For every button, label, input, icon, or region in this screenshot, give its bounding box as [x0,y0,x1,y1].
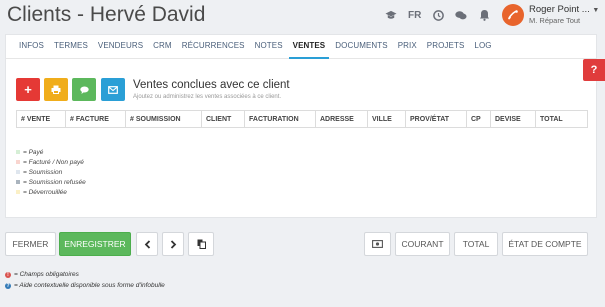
main-card: INFOS TERMES VENDEURS CRM RÉCURRENCES NO… [5,34,597,218]
legend-item: = Déverrouillée [16,187,86,197]
language-selector[interactable]: FR [408,10,421,21]
legend-item: = Soumission refusée [16,177,86,187]
column-header-facture[interactable]: # FACTURE [66,111,126,127]
next-button[interactable] [162,232,184,256]
graduation-cap-icon[interactable] [385,9,397,21]
clock-icon[interactable] [432,9,444,21]
legend-item: = Facturé / Non payé [16,157,86,167]
comment-button[interactable] [72,78,96,101]
tab-ventes[interactable]: VENTES [288,35,330,59]
status-legend: = Payé = Facturé / Non payé = Soumission… [16,147,86,197]
email-button[interactable] [101,78,125,101]
page-title: Clients - Hervé David [7,3,206,26]
print-button[interactable] [44,78,68,101]
exclamation-icon: ! [5,271,11,278]
user-company: M. Répare Tout [529,16,581,25]
total-button[interactable]: TOTAL [454,232,498,256]
copy-icon [197,239,206,249]
legend-swatch [16,160,20,164]
caret-down-icon: ▼ [592,7,600,14]
user-name: Roger Point ... [529,4,590,15]
tab-log[interactable]: LOG [470,35,495,59]
bell-icon[interactable] [478,9,490,21]
question-icon: ? [5,282,11,289]
money-icon [372,240,383,248]
tab-projets[interactable]: PROJETS [423,35,469,59]
user-menu[interactable]: Roger Point ... ▼ [529,4,599,15]
legend-swatch [16,150,20,154]
column-header-client[interactable]: CLIENT [202,111,245,127]
column-header-cp[interactable]: CP [467,111,491,127]
tab-prix[interactable]: PRIX [394,35,421,59]
tab-vendeurs[interactable]: VENDEURS [94,35,147,59]
legend-item: = Payé [16,147,86,157]
cash-button[interactable] [364,232,391,256]
avatar[interactable] [502,4,524,26]
tab-infos[interactable]: INFOS [15,35,48,59]
print-icon [51,85,61,94]
add-sale-button[interactable]: + [16,78,40,101]
tab-crm[interactable]: CRM [149,35,176,59]
tab-documents[interactable]: DOCUMENTS [331,35,391,59]
legend-swatch [16,170,20,174]
legend-item: = Soumission [16,167,86,177]
question-icon: ? [590,64,598,76]
chat-bubbles-icon[interactable] [455,9,467,21]
column-header-adresse[interactable]: ADRESSE [316,111,368,127]
sales-table-header: # VENTE # FACTURE # SOUMISSION CLIENT FA… [16,110,588,128]
chevron-left-icon [144,239,150,249]
account-statement-button[interactable]: ÉTAT DE COMPTE [502,232,588,256]
tab-termes[interactable]: TERMES [50,35,92,59]
tooltip-help-note: ? = Aide contextuelle disponible sous fo… [5,282,165,289]
top-bar: Clients - Hervé David FR Roger Point ...… [0,0,605,30]
legend-swatch [16,180,20,184]
legend-swatch [16,190,20,194]
column-header-facturation[interactable]: FACTURATION [245,111,316,127]
tab-bar: INFOS TERMES VENDEURS CRM RÉCURRENCES NO… [6,35,596,59]
current-button[interactable]: COURANT [395,232,450,256]
close-button[interactable]: FERMER [5,232,56,256]
previous-button[interactable] [136,232,158,256]
section-subtitle: Ajoutez ou administrez les ventes associ… [133,94,282,100]
chevron-right-icon [170,239,176,249]
column-header-soumission[interactable]: # SOUMISSION [126,111,202,127]
feedback-button[interactable]: ? [583,59,605,81]
section-title: Ventes conclues avec ce client [133,79,290,91]
column-header-total[interactable]: TOTAL [536,111,587,127]
tab-notes[interactable]: NOTES [251,35,287,59]
required-fields-note: ! = Champs obligatoires [5,269,165,280]
column-header-devise[interactable]: DEVISE [491,111,536,127]
save-button[interactable]: ENREGISTRER [59,232,131,256]
column-header-vente[interactable]: # VENTE [17,111,66,127]
plus-icon: + [24,82,32,97]
top-icons: FR [385,9,501,21]
duplicate-button[interactable] [188,232,214,256]
form-notes: ! = Champs obligatoires ? = Aide context… [5,269,165,291]
envelope-icon [108,85,118,94]
column-header-ville[interactable]: VILLE [368,111,406,127]
comment-icon [79,86,89,94]
tab-recurrences[interactable]: RÉCURRENCES [178,35,249,59]
column-header-prov-etat[interactable]: PROV/ÉTAT [406,111,467,127]
